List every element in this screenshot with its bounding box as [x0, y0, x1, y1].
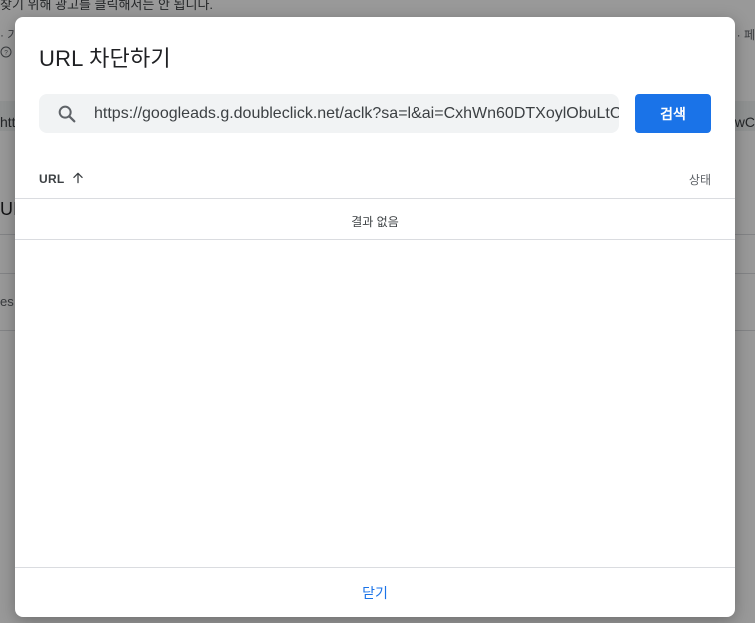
column-header-url[interactable]: URL [39, 172, 65, 186]
dialog-footer: 닫기 [15, 567, 735, 617]
search-box[interactable] [39, 94, 619, 133]
empty-results-row: 결과 없음 [15, 199, 735, 240]
results-table-header: URL 상태 [15, 160, 735, 199]
dialog-title: URL 차단하기 [39, 46, 171, 71]
arrow-up-icon[interactable] [71, 171, 85, 185]
block-url-dialog: URL 차단하기 검색 URL 상태 결과 없음 닫기 [15, 17, 735, 617]
search-icon [56, 103, 78, 125]
search-button[interactable]: 검색 [635, 94, 711, 133]
url-search-input[interactable] [94, 94, 619, 133]
empty-results-message: 결과 없음 [351, 215, 399, 229]
column-header-status: 상태 [688, 173, 711, 187]
close-button[interactable]: 닫기 [345, 580, 405, 606]
